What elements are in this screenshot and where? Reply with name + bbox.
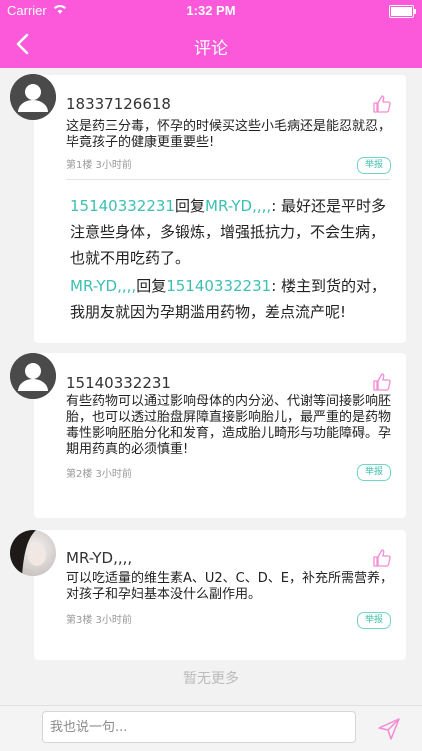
nav-bar: 评论 bbox=[0, 22, 422, 68]
reply-item: 15140332231回复MR-YD,,,,: 最好还是平时多注意些身体，多锻炼… bbox=[70, 193, 392, 271]
page-title: 评论 bbox=[194, 39, 228, 58]
reply-item: MR-YD,,,,回复15140332231: 楼主到货的对，我朋友就因为孕期滥… bbox=[70, 273, 392, 325]
reply-target[interactable]: MR-YD,,,, bbox=[205, 197, 271, 215]
reply-author[interactable]: 15140332231 bbox=[70, 197, 175, 215]
battery-icon bbox=[389, 5, 416, 18]
divider bbox=[66, 179, 390, 180]
report-button[interactable]: 举报 bbox=[357, 157, 391, 174]
avatar bbox=[10, 530, 56, 576]
comment-input[interactable] bbox=[42, 711, 356, 743]
like-icon[interactable] bbox=[372, 94, 392, 114]
like-icon[interactable] bbox=[372, 548, 392, 568]
status-bar: Carrier 1:32 PM bbox=[0, 0, 422, 22]
report-button[interactable]: 举报 bbox=[357, 612, 391, 629]
reply-target[interactable]: 15140332231 bbox=[166, 277, 271, 295]
comment-text: 可以吃适量的维生素A、U2、C、D、E，补充所需营养，对孩子和孕妇基本没什么副作… bbox=[66, 571, 393, 602]
comment-text: 有些药物可以通过影响母体的内分泌、代谢等间接影响胚胎，也可以透过胎盘屏障直接影响… bbox=[66, 394, 392, 457]
no-more-label: 暂无更多 bbox=[183, 671, 239, 687]
reply-author[interactable]: MR-YD,,,, bbox=[70, 277, 136, 295]
comment-meta: 第1楼 3小时前 bbox=[66, 160, 132, 171]
reply-verb: 回复 bbox=[174, 197, 205, 215]
avatar bbox=[10, 353, 56, 399]
comment-text: 这是药三分毒，怀孕的时候买这些小毛病还是能忍就忍，毕竟孩子的健康更重要些! bbox=[66, 119, 392, 150]
status-time: 1:32 PM bbox=[186, 3, 236, 18]
send-icon[interactable] bbox=[377, 717, 401, 741]
reply-verb: 回复 bbox=[136, 277, 167, 295]
avatar bbox=[10, 74, 56, 120]
like-icon[interactable] bbox=[372, 372, 392, 392]
comment-input-bar bbox=[0, 705, 422, 751]
comment-username: 18337126618 bbox=[66, 95, 171, 113]
comment-meta: 第3楼 3小时前 bbox=[66, 615, 132, 626]
comment-meta: 第2楼 3小时前 bbox=[66, 469, 132, 480]
comment-username: 15140332231 bbox=[66, 374, 171, 392]
report-button[interactable]: 举报 bbox=[357, 464, 391, 481]
comment-username: MR-YD,,,, bbox=[66, 549, 133, 567]
